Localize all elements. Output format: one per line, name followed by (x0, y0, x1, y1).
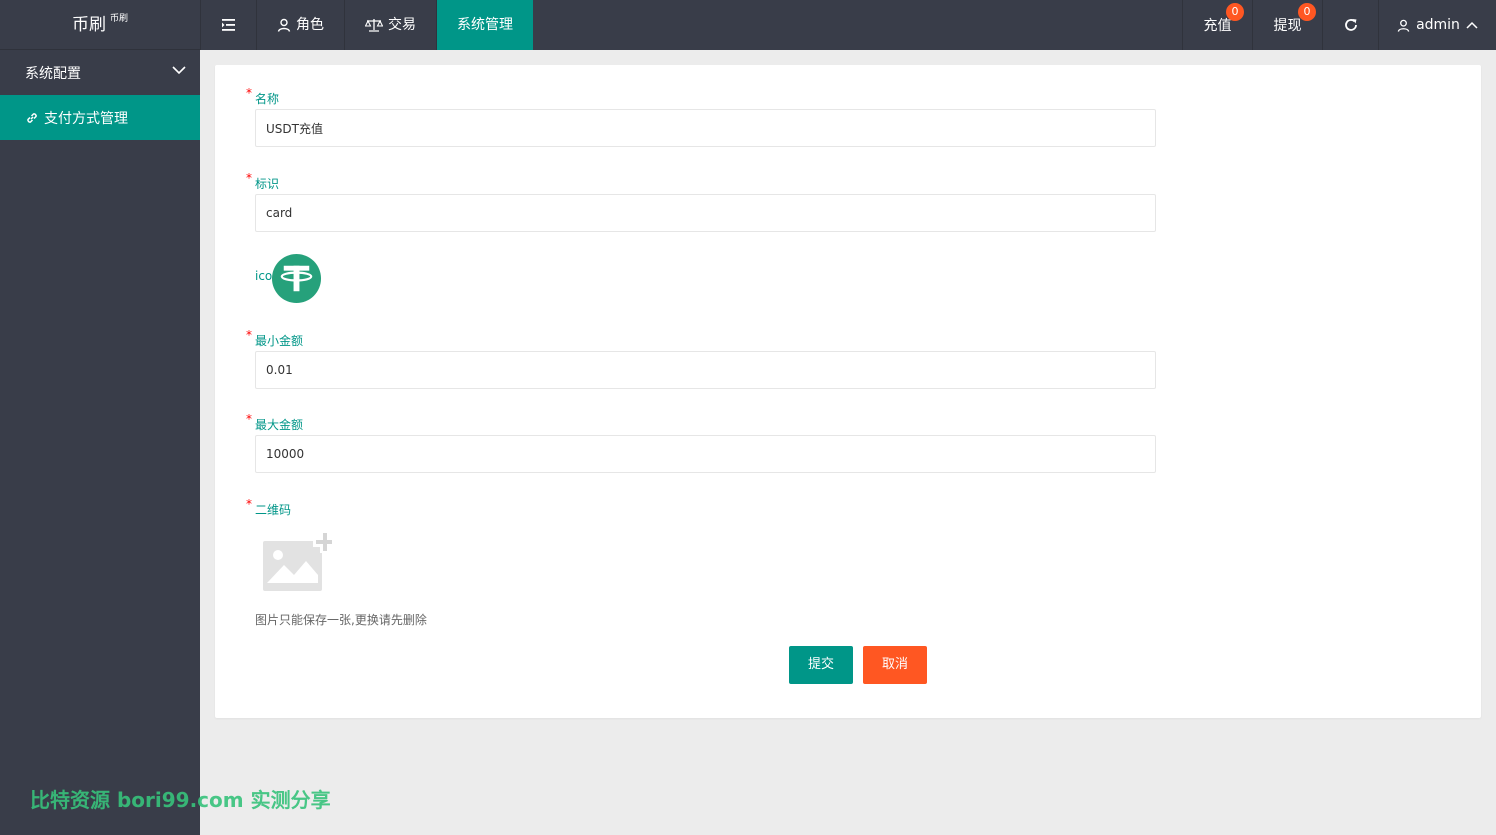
submit-button[interactable]: 提交 (789, 646, 853, 684)
required-mark: * (246, 497, 252, 511)
max-amount-label: * 最大金额 (246, 412, 304, 432)
sidebar: 系统配置 支付方式管理 (0, 50, 200, 835)
user-menu[interactable]: admin (1378, 0, 1496, 50)
user-icon (277, 18, 291, 32)
icon-label: ico (255, 269, 273, 283)
max-amount-input[interactable] (255, 435, 1156, 473)
form-card: *名称 *标识 ico *最小金额 *最大金额 *二维码 图片只能保存一张,更换… (215, 65, 1481, 718)
logo-text: 币刷 (71, 15, 106, 35)
scale-icon (365, 19, 383, 32)
sidebar-group-system-config[interactable]: 系统配置 (0, 50, 200, 95)
logo-subtext: 币刷 (109, 14, 128, 24)
withdraw-button[interactable]: 提现 0 (1252, 0, 1322, 50)
required-mark: * (246, 86, 252, 100)
sidebar-group-label: 系统配置 (25, 65, 81, 82)
nav-system[interactable]: 系统管理 (436, 0, 533, 50)
sidebar-item-label: 支付方式管理 (44, 110, 128, 127)
required-mark: * (246, 171, 252, 185)
top-nav: 角色 交易 系统管理 (200, 0, 533, 50)
refresh-button[interactable] (1322, 0, 1378, 50)
nav-role-label: 角色 (296, 17, 324, 33)
name-input[interactable] (255, 109, 1156, 147)
qrcode-label: * 二维码 (246, 497, 292, 517)
required-mark: * (246, 328, 252, 342)
refresh-icon (1344, 19, 1357, 31)
link-icon (27, 112, 37, 123)
top-nav-right: 充值 0 提现 0 admin (1182, 0, 1496, 50)
logo[interactable]: 币刷 币刷 (0, 0, 200, 50)
withdraw-badge: 0 (1298, 3, 1316, 21)
recharge-badge: 0 (1226, 3, 1244, 21)
min-amount-input[interactable] (255, 351, 1156, 389)
sidebar-item-payment-methods[interactable]: 支付方式管理 (0, 95, 200, 140)
nav-trade[interactable]: 交易 (344, 0, 436, 50)
min-amount-label: * 最小金额 (246, 328, 304, 348)
chevron-down-icon (172, 66, 186, 75)
tag-input[interactable] (255, 194, 1156, 232)
image-upload-icon[interactable] (262, 531, 332, 593)
top-header: 币刷 币刷 角色 交易 系统管理 充值 0 提现 0 admin (0, 0, 1496, 50)
sidebar-toggle-button[interactable] (200, 0, 256, 50)
required-mark: * (246, 412, 252, 426)
user-name: admin (1416, 17, 1460, 33)
menu-fold-icon (221, 19, 235, 31)
user-icon (1397, 19, 1410, 32)
upload-tip: 图片只能保存一张,更换请先删除 (255, 613, 427, 627)
tag-label: * 标识 (246, 171, 280, 191)
nav-role[interactable]: 角色 (256, 0, 344, 50)
withdraw-label: 提现 (1273, 18, 1302, 34)
tether-icon[interactable] (271, 253, 322, 304)
nav-system-label: 系统管理 (457, 17, 513, 33)
nav-trade-label: 交易 (388, 17, 416, 33)
recharge-button[interactable]: 充值 0 (1182, 0, 1252, 50)
chevron-up-icon (1466, 21, 1478, 29)
name-label: * 名称 (246, 86, 280, 106)
watermark: 比特资源 bori99.com 实测分享 (30, 788, 331, 812)
cancel-button[interactable]: 取消 (863, 646, 927, 684)
